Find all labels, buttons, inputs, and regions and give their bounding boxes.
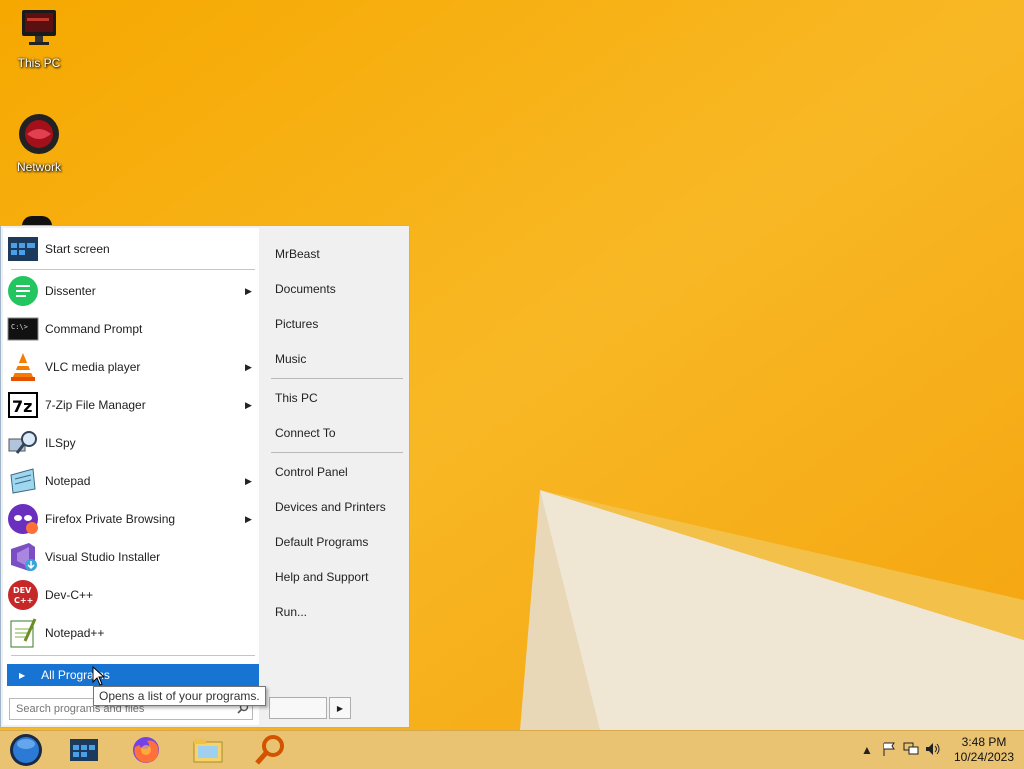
start-item-label: Command Prompt	[45, 322, 143, 336]
start-screen-icon	[70, 739, 98, 761]
start-item-label: Visual Studio Installer	[45, 550, 161, 564]
start-item-notepad[interactable]: Notepad ▶	[7, 464, 257, 498]
svg-text:DEV: DEV	[13, 586, 32, 595]
submenu-arrow-icon: ▶	[245, 475, 252, 486]
action-center-flag-icon[interactable]	[878, 742, 900, 759]
visual-studio-installer-icon	[11, 543, 37, 571]
expand-triangle-icon: ▶	[19, 670, 26, 680]
start-item-7zip[interactable]: 7z 7-Zip File Manager ▶	[7, 388, 257, 422]
dissenter-icon	[8, 276, 38, 306]
svg-text:C:\>: C:\>	[11, 323, 28, 331]
volume-icon[interactable]	[922, 742, 944, 759]
start-item-command-prompt[interactable]: C:\> Command Prompt	[7, 312, 257, 346]
shutdown-options-arrow-icon[interactable]: ▶	[329, 697, 351, 719]
taskbar-start-screen-button[interactable]	[60, 733, 108, 767]
firefox-private-icon	[8, 504, 38, 534]
start-item-firefox-private[interactable]: Firefox Private Browsing ▶	[7, 502, 257, 536]
place-help-support[interactable]: Help and Support	[275, 570, 368, 584]
show-hidden-icons-icon[interactable]: ▲	[856, 743, 878, 757]
mouse-cursor-icon	[92, 666, 106, 686]
submenu-arrow-icon: ▶	[245, 399, 252, 410]
desktop-icon-this-pc[interactable]: This PC	[4, 8, 74, 70]
place-music[interactable]: Music	[275, 352, 306, 366]
start-item-dissenter[interactable]: Dissenter ▶	[7, 274, 257, 308]
desktop-icon-label: This PC	[17, 56, 61, 70]
place-control-panel[interactable]: Control Panel	[275, 465, 348, 479]
all-programs-button[interactable]: ▶ All Programs	[7, 664, 259, 686]
shutdown-button[interactable]	[269, 697, 327, 719]
search-magnifier-icon	[255, 735, 284, 765]
desktop-icon-network[interactable]: Network	[4, 112, 74, 174]
place-user-folder[interactable]: MrBeast	[275, 247, 320, 261]
vlc-cone-icon	[11, 353, 35, 381]
start-item-label: Notepad	[45, 474, 91, 488]
system-clock[interactable]: 3:48 PM 10/24/2023	[944, 735, 1024, 765]
start-item-label: Dissenter	[45, 284, 96, 298]
taskbar-firefox-button[interactable]	[122, 733, 170, 767]
start-item-notepadpp[interactable]: Notepad++	[7, 616, 257, 650]
submenu-arrow-icon: ▶	[245, 513, 252, 524]
start-menu-places-pane: MrBeast Documents Pictures Music This PC…	[263, 226, 409, 729]
taskbar-search-button[interactable]	[246, 733, 294, 767]
start-item-label: Dev-C++	[45, 588, 94, 602]
clock-date: 10/24/2023	[953, 750, 1015, 764]
place-documents[interactable]: Documents	[275, 282, 336, 296]
shutdown-button-group: ▶	[269, 697, 351, 719]
taskbar: ▲ 3:48 PM 10/24/2023	[0, 730, 1024, 769]
start-item-vlc[interactable]: VLC media player ▶	[7, 350, 257, 384]
7zip-icon: 7z	[8, 392, 38, 418]
divider	[271, 378, 403, 379]
network-globe-icon	[19, 114, 59, 154]
start-item-ilspy[interactable]: ILSpy	[7, 426, 257, 460]
computer-monitor-icon	[22, 10, 56, 45]
submenu-arrow-icon: ▶	[245, 285, 252, 296]
network-icon[interactable]	[900, 742, 922, 759]
ilspy-icon	[8, 431, 37, 454]
place-run[interactable]: Run...	[275, 605, 307, 619]
command-prompt-icon: C:\>	[7, 317, 39, 341]
start-item-start-screen[interactable]: Start screen	[7, 232, 257, 266]
svg-text:7z: 7z	[12, 397, 32, 416]
clock-time: 3:48 PM	[961, 735, 1007, 749]
start-item-label: 7-Zip File Manager	[45, 398, 146, 412]
desktop-icon-label: Network	[16, 160, 61, 174]
start-orb-icon	[10, 734, 42, 766]
svg-text:C++: C++	[14, 596, 33, 605]
place-default-programs[interactable]: Default Programs	[275, 535, 368, 549]
place-pictures[interactable]: Pictures	[275, 317, 318, 331]
start-item-label: Notepad++	[45, 626, 105, 640]
notepad-icon	[10, 468, 36, 494]
divider	[11, 655, 255, 656]
all-programs-tooltip: Opens a list of your programs.	[93, 686, 266, 706]
start-screen-icon	[8, 237, 38, 261]
place-this-pc[interactable]: This PC	[275, 391, 318, 405]
divider	[271, 452, 403, 453]
start-item-devcpp[interactable]: DEV C++ Dev-C++	[7, 578, 257, 612]
notepadpp-icon	[10, 618, 37, 648]
devcpp-icon: DEV C++	[8, 580, 38, 610]
file-explorer-icon	[193, 739, 223, 763]
start-menu: Start screen Dissenter ▶ C:\> Command Pr…	[0, 225, 410, 728]
submenu-arrow-icon: ▶	[245, 361, 252, 372]
start-item-label: VLC media player	[45, 360, 141, 374]
start-item-label: Firefox Private Browsing	[45, 512, 176, 526]
firefox-icon	[133, 737, 159, 763]
start-item-label: Start screen	[45, 242, 110, 256]
notification-area: ▲ 3:48 PM 10/24/2023	[856, 731, 1024, 769]
start-item-vs-installer[interactable]: Visual Studio Installer	[7, 540, 257, 574]
taskbar-file-explorer-button[interactable]	[184, 733, 232, 767]
start-item-label: ILSpy	[45, 436, 76, 450]
divider	[11, 269, 255, 270]
place-connect-to[interactable]: Connect To	[275, 426, 336, 440]
place-devices-printers[interactable]: Devices and Printers	[275, 500, 386, 514]
start-menu-programs-pane: Start screen Dissenter ▶ C:\> Command Pr…	[3, 228, 259, 725]
start-orb-button[interactable]	[2, 733, 50, 767]
